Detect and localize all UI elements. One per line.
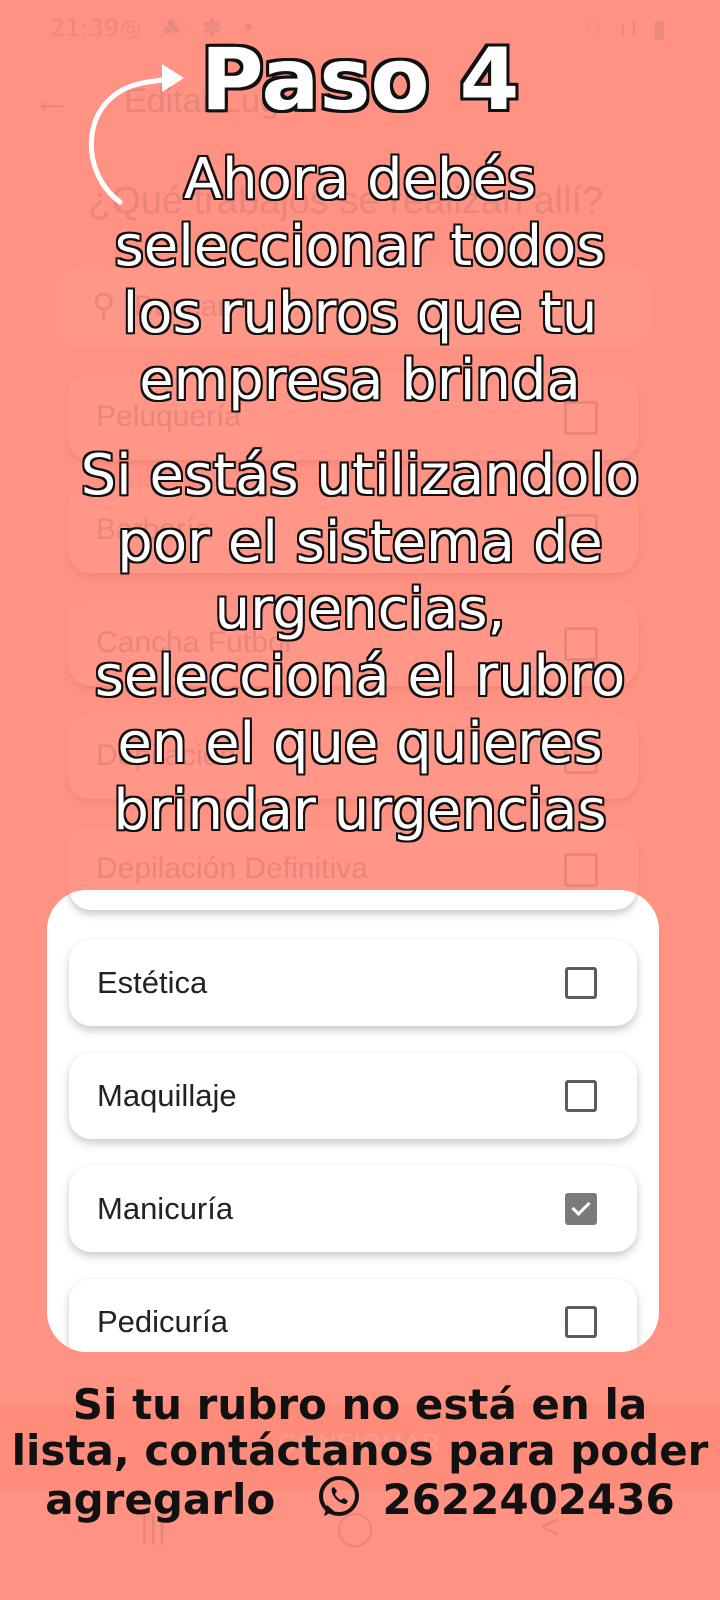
list-item[interactable]: Maquillaje [69, 1053, 637, 1139]
instruction-line: seleccioná el rubro [94, 644, 626, 709]
list-item[interactable]: Pedicuría [69, 1279, 637, 1352]
list-item[interactable] [69, 890, 637, 910]
step-title: Paso 4 [200, 30, 520, 130]
instruction-line: por el sistema de [117, 510, 603, 575]
phone-number[interactable]: 2622402436 [382, 1475, 674, 1524]
instruction-line: Ahora debés [183, 147, 537, 212]
checkbox[interactable] [565, 967, 597, 999]
list-item[interactable]: Estética [69, 940, 637, 1026]
footer-text: agregarlo [45, 1475, 276, 1524]
checkbox-checked[interactable] [565, 1193, 597, 1225]
list-item-label: Estética [97, 965, 208, 1000]
list-item-label: Pedicuría [97, 1304, 228, 1339]
checkbox[interactable] [565, 1306, 597, 1338]
instruction-line: urgencias, [214, 577, 506, 642]
highlighted-list-card: Estética Maquillaje Manicuría Pedicuría [47, 890, 659, 1352]
whatsapp-icon [318, 1476, 359, 1516]
footer-line: lista, contáctanos para poder [11, 1426, 709, 1475]
footer-line: Si tu rubro no está en la [72, 1380, 648, 1429]
list-item[interactable]: Manicuría [69, 1166, 637, 1252]
instruction-line: brindar urgencias [113, 778, 607, 843]
instruction-line: empresa brinda [139, 348, 581, 413]
instruction-text-2: Si estás utilizandolo por el sistema de … [60, 442, 660, 844]
contact-footer: Si tu rubro no está en la lista, contáct… [0, 1382, 720, 1523]
instruction-line: seleccionar todos [114, 214, 606, 279]
footer-line-3: agregarlo 2622402436 [0, 1474, 720, 1523]
instruction-text-1: Ahora debés seleccionar todos los rubros… [60, 146, 660, 414]
list-item-label: Depilación Definitiva [96, 852, 368, 885]
instruction-line: los rubros que tu [122, 281, 598, 346]
instruction-line: Si estás utilizandolo [80, 443, 640, 508]
list-item-label: Manicuría [97, 1191, 234, 1226]
list-item-label: Maquillaje [97, 1078, 237, 1113]
checkbox[interactable] [564, 853, 598, 887]
checkbox[interactable] [565, 1080, 597, 1112]
instruction-line: en el que quieres [117, 711, 603, 776]
